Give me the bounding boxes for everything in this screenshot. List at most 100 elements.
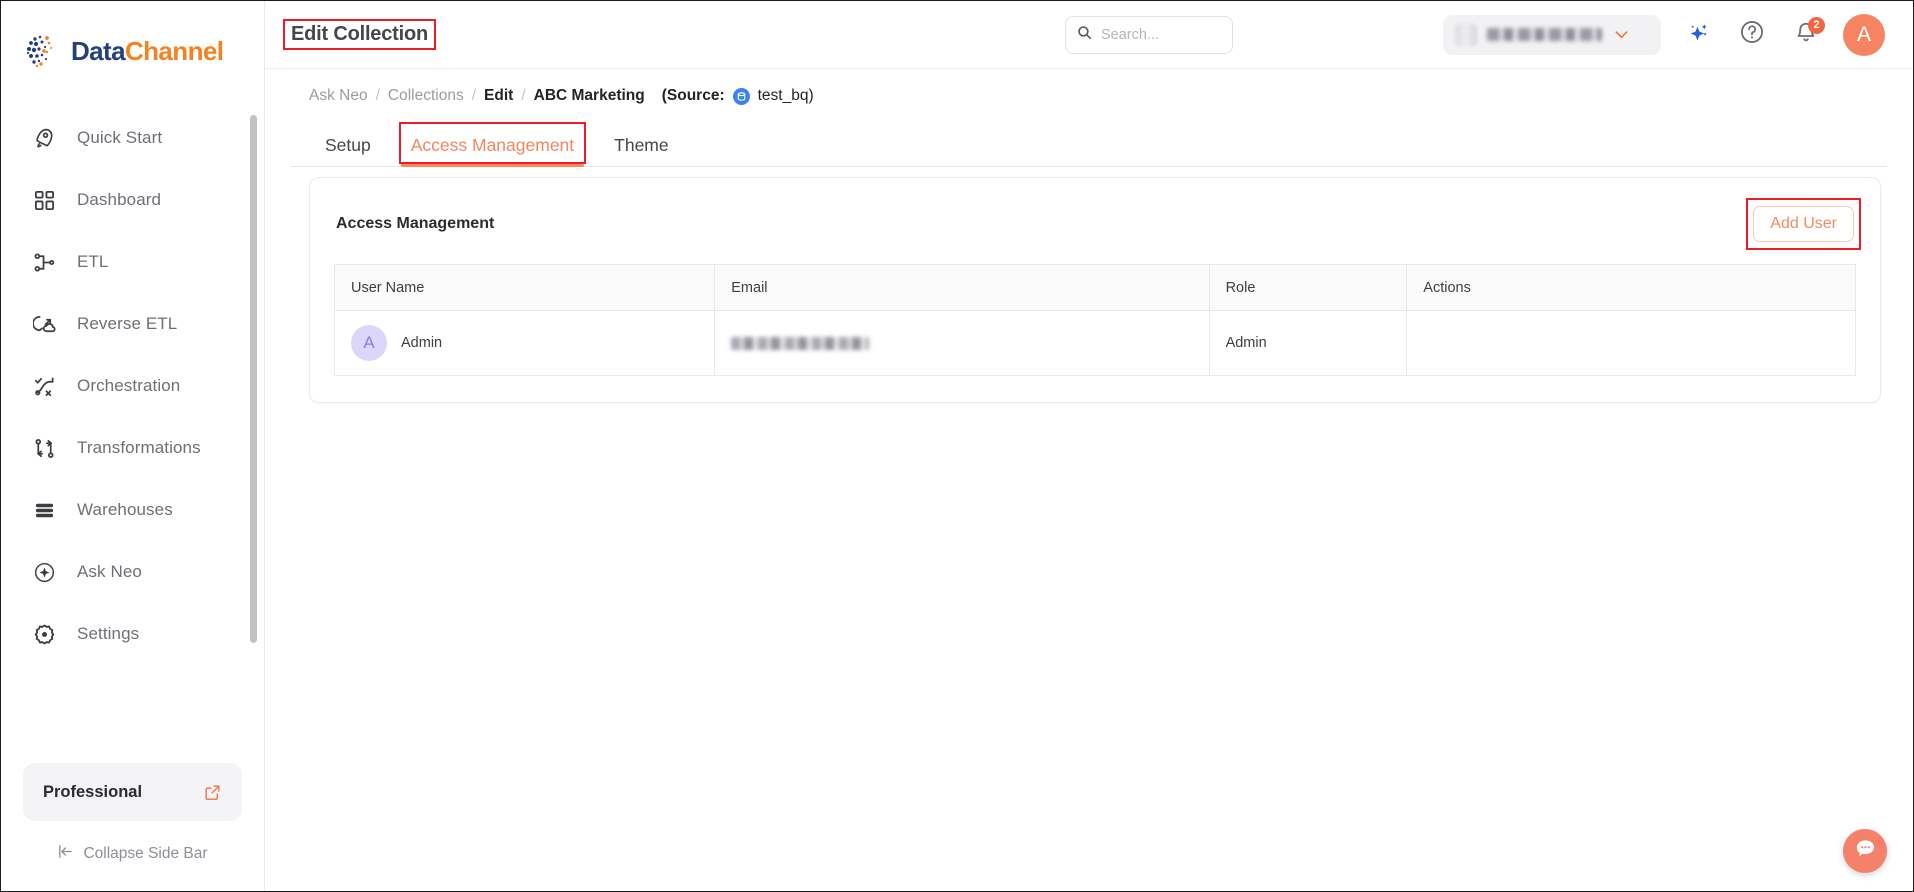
- plan-name: Professional: [43, 782, 143, 801]
- datachannel-logo-icon: [23, 31, 63, 71]
- sidebar-scrollbar[interactable]: [250, 115, 257, 643]
- page-title: Edit Collection: [291, 23, 429, 45]
- sidebar-footer: Professional Collapse Side Bar: [1, 763, 264, 891]
- breadcrumb-source: (Source: test_bq): [662, 87, 814, 105]
- organization-name: x: [1487, 28, 1602, 41]
- tab-label: Access Management: [410, 135, 575, 155]
- user-name-text: Admin: [401, 335, 443, 351]
- sidebar-item-dashboard[interactable]: Dashboard: [1, 169, 264, 231]
- cell-role: Admin: [1209, 310, 1408, 376]
- avatar: A: [351, 325, 387, 361]
- table-body: A Admin x Admin: [334, 310, 1856, 376]
- sidebar: DataChannel Quick Start Dashboard ETL Re…: [1, 1, 265, 891]
- breadcrumb-separator: /: [375, 87, 380, 104]
- orchestration-icon: [31, 373, 57, 399]
- column-header-role[interactable]: Role: [1209, 264, 1408, 311]
- tab-theme[interactable]: Theme: [598, 135, 684, 166]
- table-row[interactable]: A Admin x Admin: [334, 310, 1856, 376]
- database-dot-icon: [732, 87, 750, 105]
- warehouse-icon: [31, 497, 57, 523]
- sidebar-item-quick-start[interactable]: Quick Start: [1, 107, 264, 169]
- search-icon: [1076, 24, 1093, 46]
- sidebar-item-label: Quick Start: [77, 128, 163, 147]
- external-link-icon[interactable]: [203, 783, 222, 802]
- breadcrumb-item-collections[interactable]: Collections: [388, 87, 464, 105]
- tab-access-management[interactable]: Access Management: [395, 122, 590, 167]
- sidebar-item-orchestration[interactable]: Orchestration: [1, 355, 264, 417]
- brand-logo[interactable]: DataChannel: [1, 1, 264, 101]
- sidebar-item-reverse-etl[interactable]: Reverse ETL: [1, 293, 264, 355]
- help-button[interactable]: [1735, 18, 1769, 52]
- page-title-container: Edit Collection: [283, 19, 437, 50]
- panel-title: Access Management: [336, 215, 495, 232]
- chat-widget-button[interactable]: [1843, 829, 1887, 873]
- search-input[interactable]: [1101, 27, 1222, 43]
- cell-actions[interactable]: [1407, 311, 1856, 376]
- breadcrumb-separator: /: [521, 87, 526, 104]
- table-header: User Name Email Role Actions: [334, 264, 1856, 311]
- collapse-sidebar-button[interactable]: Collapse Side Bar: [23, 831, 242, 877]
- brand-name-accent: Channel: [124, 35, 224, 66]
- brand-name-primary: Data: [71, 35, 126, 66]
- etl-icon: [31, 249, 57, 275]
- sidebar-item-settings[interactable]: Settings: [1, 603, 264, 665]
- notifications-button[interactable]: 2: [1789, 16, 1825, 52]
- panel-header: Access Management Add User: [334, 198, 1861, 250]
- column-header-email[interactable]: Email: [714, 264, 1210, 311]
- chevron-down-icon[interactable]: [1612, 25, 1631, 44]
- breadcrumb-item-collection-name: ABC Marketing: [533, 87, 645, 104]
- rocket-icon: [31, 125, 57, 151]
- table-header-row: User Name Email Role Actions: [334, 264, 1856, 311]
- breadcrumb-item-ask-neo[interactable]: Ask Neo: [309, 87, 368, 105]
- email-redacted: x: [731, 336, 870, 350]
- tab-bar: Setup Access Management Theme: [291, 122, 1887, 167]
- add-user-button[interactable]: Add User: [1753, 206, 1854, 242]
- reverse-etl-icon: [31, 311, 57, 337]
- sidebar-item-label: Transformations: [77, 438, 201, 457]
- sidebar-item-label: Warehouses: [77, 500, 173, 519]
- question-circle-icon: [1739, 19, 1765, 50]
- gear-icon: [31, 621, 57, 647]
- cell-user-name: A Admin: [334, 310, 716, 376]
- sidebar-item-label: Orchestration: [77, 376, 181, 395]
- column-header-user-name[interactable]: User Name: [334, 264, 716, 311]
- sparkle-icon: [1686, 20, 1711, 50]
- user-avatar[interactable]: A: [1843, 13, 1885, 56]
- sidebar-item-etl[interactable]: ETL: [1, 231, 264, 293]
- top-bar-actions: x: [1443, 13, 1885, 56]
- column-header-actions[interactable]: Actions: [1406, 264, 1856, 311]
- organization-selector[interactable]: x: [1443, 14, 1661, 55]
- ai-assistant-button[interactable]: [1681, 18, 1715, 52]
- plan-upgrade-card[interactable]: Professional: [23, 763, 242, 821]
- main-area: Edit Collection x: [265, 1, 1913, 891]
- breadcrumb-source-label: (Source:: [661, 87, 725, 104]
- access-management-panel: Access Management Add User User Name Ema…: [309, 177, 1881, 403]
- breadcrumb-separator: /: [471, 87, 477, 104]
- organization-logo: [1455, 23, 1477, 46]
- notification-count-badge: 2: [1808, 16, 1825, 34]
- brand-name: DataChannel: [71, 35, 224, 67]
- sidebar-item-label: Reverse ETL: [77, 314, 178, 333]
- tab-label: Setup: [325, 135, 371, 155]
- sidebar-item-transformations[interactable]: Transformations: [1, 417, 264, 479]
- tab-label: Theme: [614, 135, 669, 155]
- sparkle-circle-icon: [31, 559, 57, 585]
- search-box[interactable]: [1065, 16, 1233, 54]
- transformations-icon: [31, 435, 57, 461]
- sidebar-item-ask-neo[interactable]: Ask Neo: [1, 541, 264, 603]
- collapse-left-icon: [57, 843, 74, 865]
- collapse-sidebar-label: Collapse Side Bar: [83, 845, 208, 862]
- sidebar-item-warehouses[interactable]: Warehouses: [1, 479, 264, 541]
- sidebar-item-label: Settings: [77, 624, 140, 643]
- access-table: User Name Email Role Actions A Admin Adm…: [334, 264, 1856, 376]
- sidebar-item-label: Dashboard: [77, 190, 162, 209]
- breadcrumb-item-edit[interactable]: Edit: [484, 87, 513, 105]
- cell-email: x: [714, 310, 1210, 376]
- grid-icon: [31, 187, 57, 213]
- content-area: Ask Neo / Collections / Edit / ABC Marke…: [265, 69, 1913, 891]
- sidebar-nav: Quick Start Dashboard ETL Reverse ETL Or…: [1, 101, 264, 763]
- tab-setup[interactable]: Setup: [309, 135, 387, 166]
- chat-bubble-icon: [1853, 836, 1878, 866]
- user-cell: A Admin: [351, 325, 698, 361]
- app-window: DataChannel Quick Start Dashboard ETL Re…: [0, 0, 1914, 892]
